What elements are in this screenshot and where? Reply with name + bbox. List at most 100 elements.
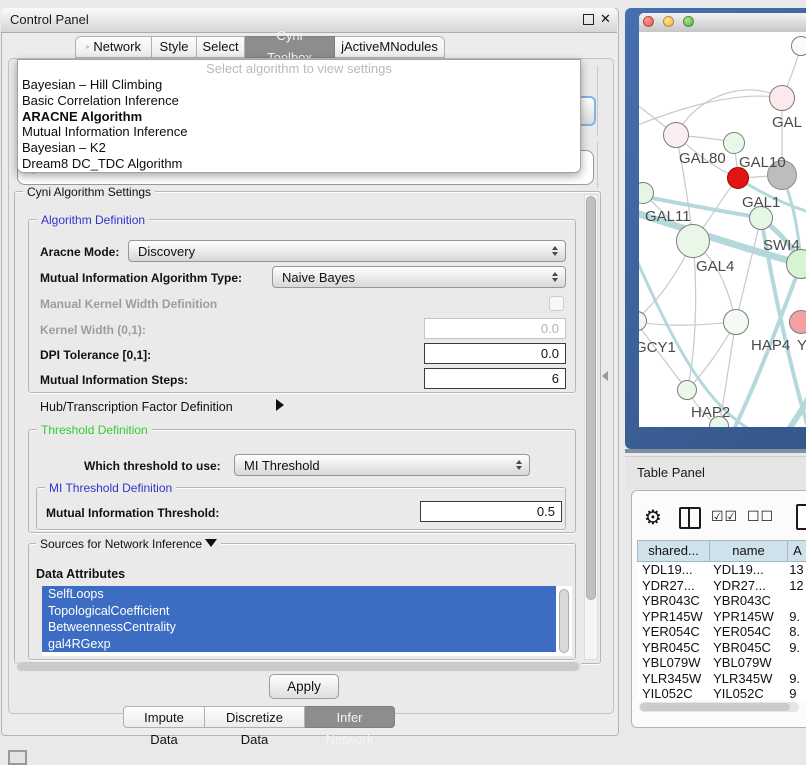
gear-icon[interactable]: ⚙ (644, 505, 662, 530)
tab-discretize-data[interactable]: Discretize Data (205, 706, 305, 728)
which-threshold-combo[interactable]: MI Threshold (234, 454, 530, 476)
manual-kernel-checkbox[interactable] (549, 296, 564, 311)
close-traffic-light[interactable] (643, 16, 654, 27)
node-label: GAL1 (742, 194, 780, 211)
tab-infer-network[interactable]: Infer Network (305, 706, 395, 728)
dropdown-placeholder: Select algorithm to view settings (18, 60, 580, 77)
node-label: Y (797, 337, 806, 354)
table-row[interactable]: YPR145WYPR145W9. (637, 609, 806, 625)
node-label: SWI4 (763, 237, 800, 254)
columns-icon[interactable] (679, 507, 701, 529)
network-node-hap2[interactable] (677, 380, 697, 400)
control-panel-tabs: Network Style Select Cyni Toolbox jActiv… (75, 36, 445, 58)
threshold-definition-title: Threshold Definition (37, 423, 152, 437)
select-all-checkboxes-icon[interactable]: ☑☑ (711, 508, 738, 525)
dropdown-item[interactable]: Dream8 DC_TDC Algorithm (18, 156, 580, 172)
data-attributes-label: Data Attributes (36, 567, 125, 581)
table-hscrollbar[interactable] (639, 702, 799, 712)
kernel-width-field[interactable]: 0.0 (424, 318, 566, 339)
list-item[interactable]: TopologicalCoefficient (42, 603, 556, 620)
table-header-row: shared... name A (637, 540, 806, 562)
list-scrollbar-thumb[interactable] (559, 589, 569, 653)
collapse-down-icon[interactable] (205, 539, 217, 547)
hub-definition-label: Hub/Transcription Factor Definition (40, 400, 233, 414)
dpi-tolerance-label: DPI Tolerance [0,1]: (40, 348, 151, 362)
list-item[interactable]: SelfLoops (42, 586, 556, 603)
close-icon[interactable]: ✕ (600, 11, 611, 27)
table-row[interactable]: YDL19...YDL19...13 (637, 562, 806, 578)
mi-steps-field[interactable]: 6 (424, 368, 566, 389)
tab-impute-data[interactable]: Impute Data (123, 706, 205, 728)
column-header-name[interactable]: name (710, 540, 788, 562)
node-label: HAP4 (751, 337, 790, 354)
table-row[interactable]: YBL079WYBL079W (637, 655, 806, 671)
dropdown-item[interactable]: Bayesian – Hill Climbing (18, 77, 580, 93)
node-label: GAL11 (645, 208, 691, 225)
table-row[interactable]: YIL052CYIL052C9 (637, 686, 806, 700)
manual-kernel-label: Manual Kernel Width Definition (40, 297, 217, 311)
apply-button[interactable]: Apply (269, 674, 339, 699)
minimize-traffic-light[interactable] (663, 16, 674, 27)
control-panel-title: Control Panel (10, 12, 89, 27)
table-row[interactable]: YER054CYER054C8. (637, 624, 806, 640)
dropdown-item[interactable]: Mutual Information Inference (18, 124, 580, 140)
table-row[interactable]: YDR27...YDR27...12 (637, 578, 806, 594)
bottom-tabs: Impute Data Discretize Data Infer Networ… (123, 706, 395, 728)
tab-cyni-toolbox[interactable]: Cyni Toolbox (245, 36, 335, 58)
table-row[interactable]: YBR045CYBR045C9. (637, 640, 806, 656)
node-label: GAL80 (679, 150, 726, 167)
network-icon (86, 41, 89, 53)
dropdown-item[interactable]: Bayesian – K2 (18, 140, 580, 156)
expand-right-icon[interactable] (276, 399, 284, 411)
network-node-gal10[interactable] (723, 132, 745, 154)
column-header-partial[interactable]: A (788, 540, 806, 562)
list-item[interactable]: BetweennessCentrality (42, 619, 556, 636)
tab-jactivemnodules[interactable]: jActiveMNodules (335, 36, 445, 58)
minimized-panel-icon[interactable] (8, 750, 27, 765)
list-item[interactable]: gal4RGexp (42, 636, 556, 653)
mi-threshold-label: Mutual Information Threshold: (46, 506, 219, 520)
node-label: GCY1 (639, 339, 676, 356)
settings-hscrollbar[interactable] (16, 661, 582, 672)
tab-style[interactable]: Style (152, 36, 197, 58)
network-node-gal[interactable] (769, 85, 795, 111)
table-row[interactable]: YLR345WYLR345W9. (637, 671, 806, 687)
settings-scrollbar-thumb[interactable] (586, 196, 596, 600)
network-node-gal80[interactable] (663, 122, 689, 148)
tab-network[interactable]: Network (75, 36, 152, 58)
which-threshold-label: Which threshold to use: (84, 459, 221, 473)
node-label: GAL (772, 114, 802, 131)
mi-type-combo[interactable]: Naive Bayes (272, 266, 566, 288)
table-hscrollbar-thumb[interactable] (640, 703, 790, 711)
table-row[interactable]: YBR043CYBR043C (637, 593, 806, 609)
network-node-gal4[interactable] (676, 224, 710, 258)
settings-hscrollbar-thumb[interactable] (17, 662, 579, 671)
mi-threshold-field[interactable]: 0.5 (420, 501, 562, 522)
combo-arrows-icon (552, 246, 558, 256)
network-node-hap4[interactable] (723, 309, 749, 335)
zoom-traffic-light[interactable] (683, 16, 694, 27)
node-label: GAL10 (739, 154, 786, 171)
dpi-tolerance-field[interactable]: 0.0 (424, 343, 566, 364)
aracne-mode-combo[interactable]: Discovery (128, 240, 566, 262)
network-node-y[interactable] (789, 310, 806, 334)
aracne-mode-label: Aracne Mode: (40, 245, 119, 259)
dropdown-item[interactable]: Basic Correlation Inference (18, 93, 580, 109)
algorithm-dropdown-popup: Select algorithm to view settings Bayesi… (17, 59, 581, 173)
deselect-all-checkboxes-icon[interactable]: ☐☐ (747, 508, 774, 525)
settings-group-title: Cyni Algorithm Settings (23, 185, 155, 199)
column-header-shared[interactable]: shared... (637, 540, 710, 562)
document-icon[interactable] (796, 504, 806, 530)
tab-select[interactable]: Select (197, 36, 245, 58)
network-node[interactable] (791, 36, 806, 56)
combo-arrows-icon (552, 272, 558, 282)
group-border-fragment (597, 142, 598, 188)
float-window-icon[interactable] (583, 14, 594, 25)
splitter-collapse-icon[interactable] (602, 371, 608, 381)
dropdown-item-selected[interactable]: ARACNE Algorithm (18, 109, 580, 125)
mi-steps-label: Mutual Information Steps: (40, 373, 188, 387)
table-body: YDL19...YDL19...13 YDR27...YDR27...12 YB… (637, 562, 806, 700)
table-panel-title: Table Panel (637, 465, 705, 480)
node-label: GAL4 (696, 258, 734, 275)
network-canvas[interactable]: GAL GAL80 GAL10 GAL1 GAL11 SWI4 GAL4 GCY… (639, 32, 806, 427)
